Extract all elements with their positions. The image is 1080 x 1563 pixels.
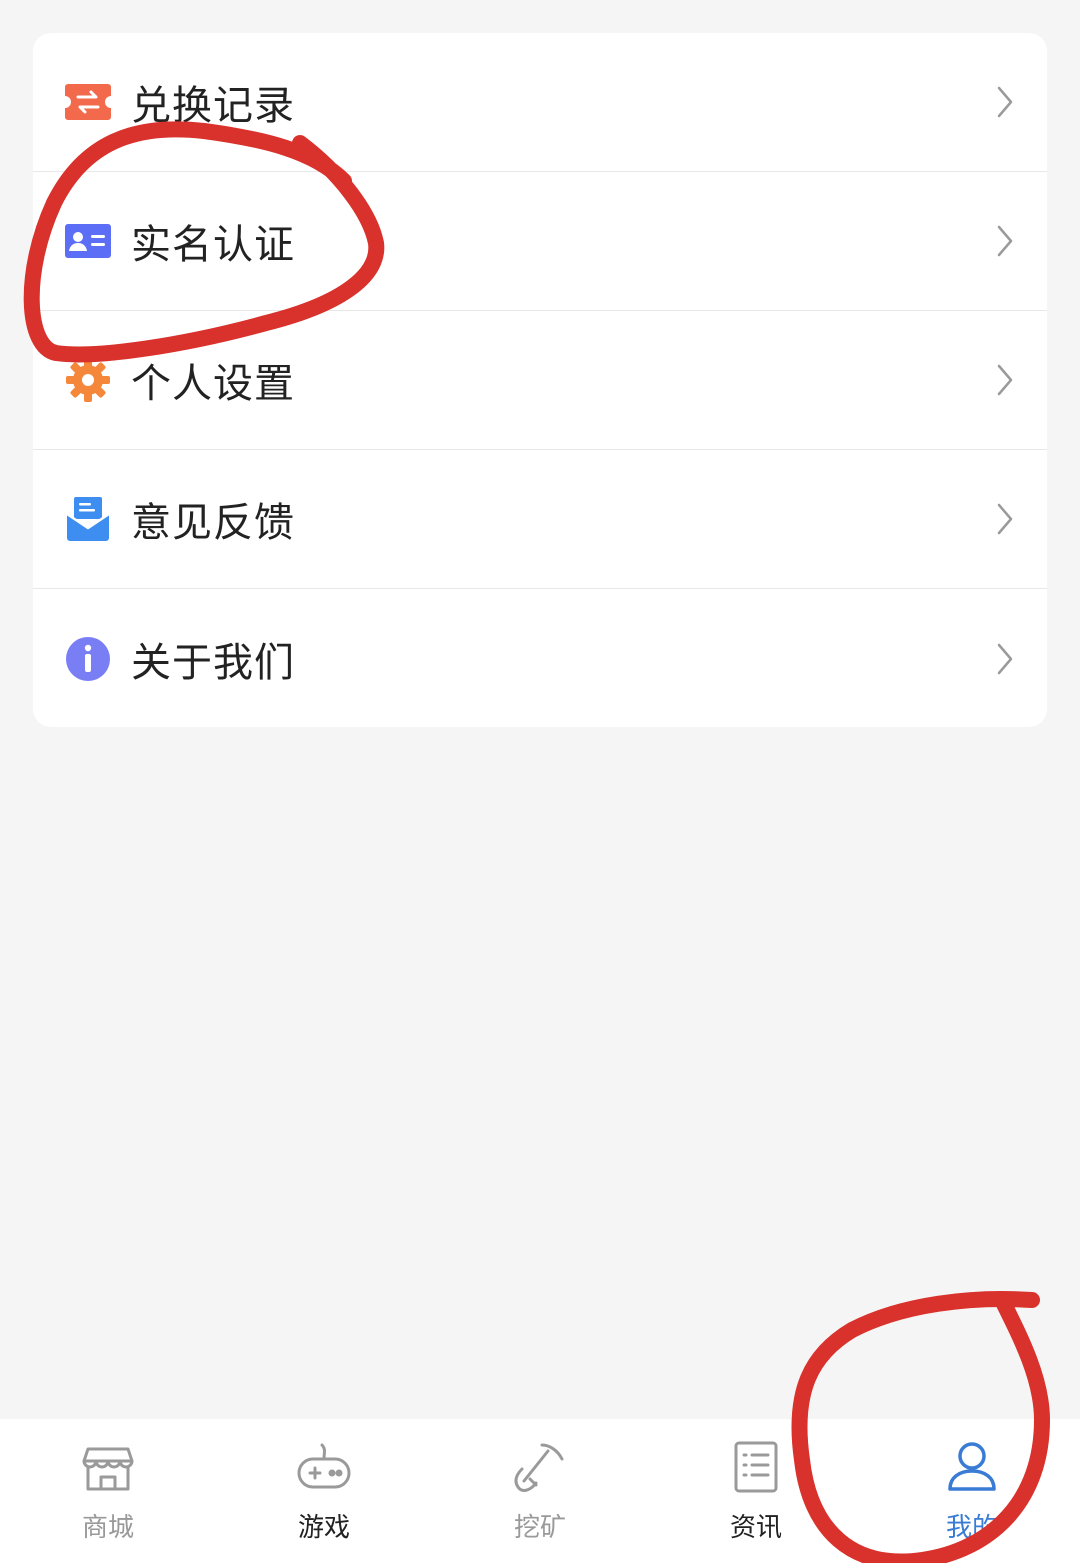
menu-item-label: 实名认证 [131, 222, 295, 268]
menu-item-real-name-verification[interactable]: 实名认证 [33, 172, 1047, 311]
tab-games[interactable]: 游戏 [216, 1419, 432, 1563]
settings-menu-card: 兑换记录 实名认证 个人设置 意见反馈 关于我们 [33, 33, 1047, 727]
tab-label: 资讯 [729, 1513, 782, 1543]
tab-label: 我的 [945, 1513, 998, 1543]
menu-item-about-us[interactable]: 关于我们 [33, 589, 1047, 727]
tab-store[interactable]: 商城 [0, 1419, 216, 1563]
menu-item-label: 兑换记录 [131, 83, 295, 129]
tab-mine[interactable]: 我的 [864, 1419, 1080, 1563]
chevron-right-icon [997, 643, 1013, 674]
menu-item-feedback[interactable]: 意见反馈 [33, 450, 1047, 589]
bottom-tab-bar: 商城 游戏 挖矿 资讯 我的 [0, 1419, 1080, 1563]
tab-label: 挖矿 [513, 1513, 566, 1543]
chevron-right-icon [997, 225, 1013, 257]
user-icon [948, 1442, 996, 1491]
tab-label: 商城 [81, 1513, 134, 1543]
menu-item-label: 个人设置 [131, 361, 295, 407]
pickaxe-icon [514, 1443, 564, 1492]
info-icon [64, 635, 112, 683]
chevron-right-icon [997, 86, 1013, 118]
tab-news[interactable]: 资讯 [648, 1419, 864, 1563]
tab-label: 游戏 [297, 1513, 350, 1543]
chevron-right-icon [997, 364, 1013, 396]
feedback-mail-icon [64, 495, 112, 543]
gamepad-icon [297, 1443, 351, 1489]
gear-icon [64, 356, 112, 404]
menu-item-label: 关于我们 [131, 639, 295, 686]
tab-mining[interactable]: 挖矿 [432, 1419, 648, 1563]
exchange-icon [64, 78, 112, 126]
chevron-right-icon [997, 503, 1013, 535]
news-list-icon [734, 1441, 778, 1493]
menu-item-exchange-records[interactable]: 兑换记录 [33, 33, 1047, 172]
menu-item-label: 意见反馈 [131, 500, 295, 546]
menu-item-personal-settings[interactable]: 个人设置 [33, 311, 1047, 450]
store-icon [82, 1447, 134, 1491]
id-card-icon [64, 217, 112, 265]
